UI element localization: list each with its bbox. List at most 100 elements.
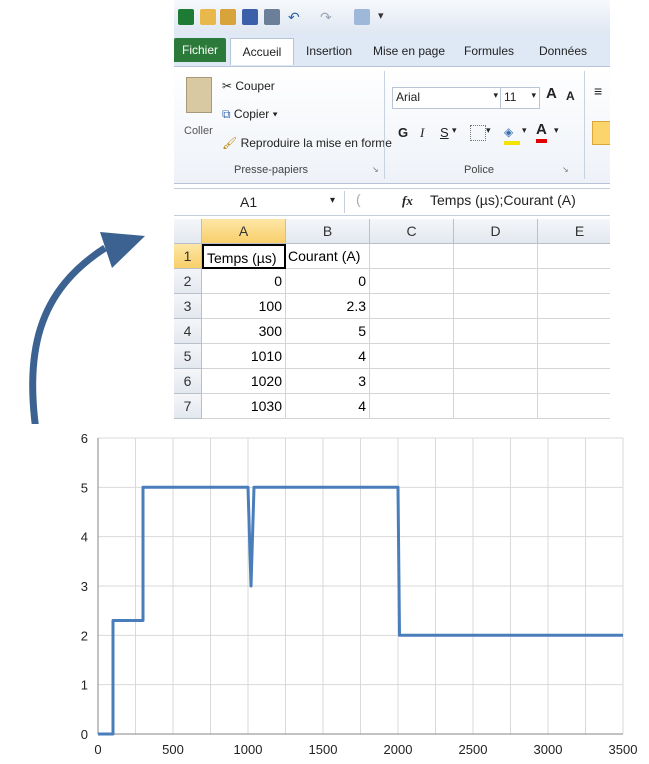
row-header[interactable]: 4: [174, 319, 202, 344]
cell-b[interactable]: 3: [286, 369, 370, 394]
cell-empty[interactable]: [370, 269, 454, 294]
dialog-launcher-icon[interactable]: ↘: [372, 165, 379, 174]
cell-b[interactable]: 2.3: [286, 294, 370, 319]
print-icon[interactable]: [264, 9, 280, 25]
scissors-icon: ✂: [222, 79, 236, 93]
cell-b[interactable]: 4: [286, 394, 370, 419]
cell-b[interactable]: 4: [286, 344, 370, 369]
cell-empty[interactable]: [454, 319, 538, 344]
font-color-button[interactable]: A: [536, 121, 547, 143]
align-icon[interactable]: ≡: [594, 83, 602, 99]
select-all-corner[interactable]: [174, 219, 202, 244]
dialog-launcher-icon[interactable]: ↘: [562, 165, 569, 174]
cell-b[interactable]: 5: [286, 319, 370, 344]
group-divider: [584, 71, 585, 179]
cell-empty[interactable]: [538, 269, 610, 294]
chevron-down-icon[interactable]: ▾: [522, 125, 527, 136]
grow-font-button[interactable]: A: [546, 85, 557, 102]
tab-insertion[interactable]: Insertion: [298, 38, 360, 64]
cell-empty[interactable]: [454, 269, 538, 294]
undo-icon[interactable]: ↶: [288, 9, 304, 25]
redo-icon[interactable]: ↷: [320, 9, 336, 25]
underline-button[interactable]: S: [440, 125, 449, 140]
italic-button[interactable]: I: [420, 125, 424, 141]
row-header[interactable]: 5: [174, 344, 202, 369]
cell-a[interactable]: 100: [202, 294, 286, 319]
cell-b[interactable]: 0: [286, 269, 370, 294]
border-icon[interactable]: [470, 125, 486, 141]
cell-a[interactable]: Temps (µs): [202, 244, 286, 269]
chevron-down-icon: ▾: [531, 90, 536, 100]
cell-empty[interactable]: [454, 369, 538, 394]
open-folder-icon[interactable]: [200, 9, 216, 25]
row-header[interactable]: 2: [174, 269, 202, 294]
row-header[interactable]: 1: [174, 244, 202, 269]
clipboard-group-label: Presse-papiers: [234, 164, 308, 176]
format-painter-button[interactable]: 🖌 Reproduire la mise en forme: [222, 136, 392, 150]
copy-button[interactable]: ⧉ Copier ▾: [222, 107, 278, 122]
cell-a[interactable]: 0: [202, 269, 286, 294]
cell-empty[interactable]: [454, 344, 538, 369]
column-header-c[interactable]: C: [370, 219, 454, 244]
cell-empty[interactable]: [370, 319, 454, 344]
paste-icon[interactable]: [186, 77, 212, 113]
cell-empty[interactable]: [454, 294, 538, 319]
open-file-icon[interactable]: [220, 9, 236, 25]
paste-button[interactable]: Coller: [184, 125, 213, 137]
name-box[interactable]: A1 ▾: [174, 191, 345, 213]
cell-empty[interactable]: [538, 244, 610, 269]
save-icon[interactable]: [242, 9, 258, 25]
font-family-select[interactable]: Arial ▾: [392, 87, 502, 109]
y-tick-label: 0: [81, 727, 88, 742]
tab-formules[interactable]: Formules: [458, 38, 520, 64]
cell-empty[interactable]: [370, 344, 454, 369]
column-header-e[interactable]: E: [538, 219, 610, 244]
cell-a[interactable]: 1030: [202, 394, 286, 419]
formula-input[interactable]: Temps (µs);Courant (A): [430, 192, 576, 208]
column-header-d[interactable]: D: [454, 219, 538, 244]
tab-donnees[interactable]: Données: [530, 38, 596, 64]
y-tick-label: 3: [81, 579, 88, 594]
x-tick-label: 2000: [384, 742, 413, 757]
cell-empty[interactable]: [538, 369, 610, 394]
customize-toolbar-icon[interactable]: ▾: [378, 9, 394, 25]
cell-a[interactable]: 300: [202, 319, 286, 344]
chevron-down-icon[interactable]: ▾: [554, 125, 559, 136]
column-header-b[interactable]: B: [286, 219, 370, 244]
fill-color-icon[interactable]: ◈: [504, 123, 520, 145]
print-preview-icon[interactable]: [354, 9, 370, 25]
chevron-down-icon[interactable]: ▾: [486, 125, 491, 136]
cell-empty[interactable]: [454, 394, 538, 419]
column-header-a[interactable]: A: [202, 219, 286, 244]
chevron-down-icon[interactable]: ▾: [330, 195, 335, 206]
cell-empty[interactable]: [538, 394, 610, 419]
collapse-icon[interactable]: (: [356, 191, 361, 207]
cell-empty[interactable]: [370, 394, 454, 419]
shrink-font-button[interactable]: A: [566, 89, 575, 103]
cell-empty[interactable]: [538, 344, 610, 369]
cell-a[interactable]: 1010: [202, 344, 286, 369]
y-tick-label: 6: [81, 431, 88, 446]
tab-mise-en-page[interactable]: Mise en page: [370, 38, 448, 64]
row-header[interactable]: 3: [174, 294, 202, 319]
bold-button[interactable]: G: [398, 125, 408, 140]
formula-bar: A1 ▾ ( fx Temps (µs);Courant (A): [174, 188, 610, 216]
row-header[interactable]: 6: [174, 369, 202, 394]
quick-access-toolbar: ↶ ↷ ▾: [174, 0, 610, 35]
tab-accueil[interactable]: Accueil: [230, 38, 294, 65]
cell-empty[interactable]: [370, 294, 454, 319]
cell-empty[interactable]: [454, 244, 538, 269]
cell-empty[interactable]: [370, 369, 454, 394]
cell-b[interactable]: Courant (A): [286, 244, 370, 269]
cell-empty[interactable]: [538, 319, 610, 344]
cell-empty[interactable]: [538, 294, 610, 319]
align-left-button[interactable]: [592, 121, 610, 145]
tab-fichier[interactable]: Fichier: [174, 38, 226, 62]
cell-a[interactable]: 1020: [202, 369, 286, 394]
cut-button[interactable]: ✂ Couper: [222, 79, 275, 93]
font-size-select[interactable]: 11 ▾: [500, 87, 540, 109]
chevron-down-icon[interactable]: ▾: [452, 125, 457, 136]
fx-icon[interactable]: fx: [402, 193, 413, 209]
cell-empty[interactable]: [370, 244, 454, 269]
row-header[interactable]: 7: [174, 394, 202, 419]
